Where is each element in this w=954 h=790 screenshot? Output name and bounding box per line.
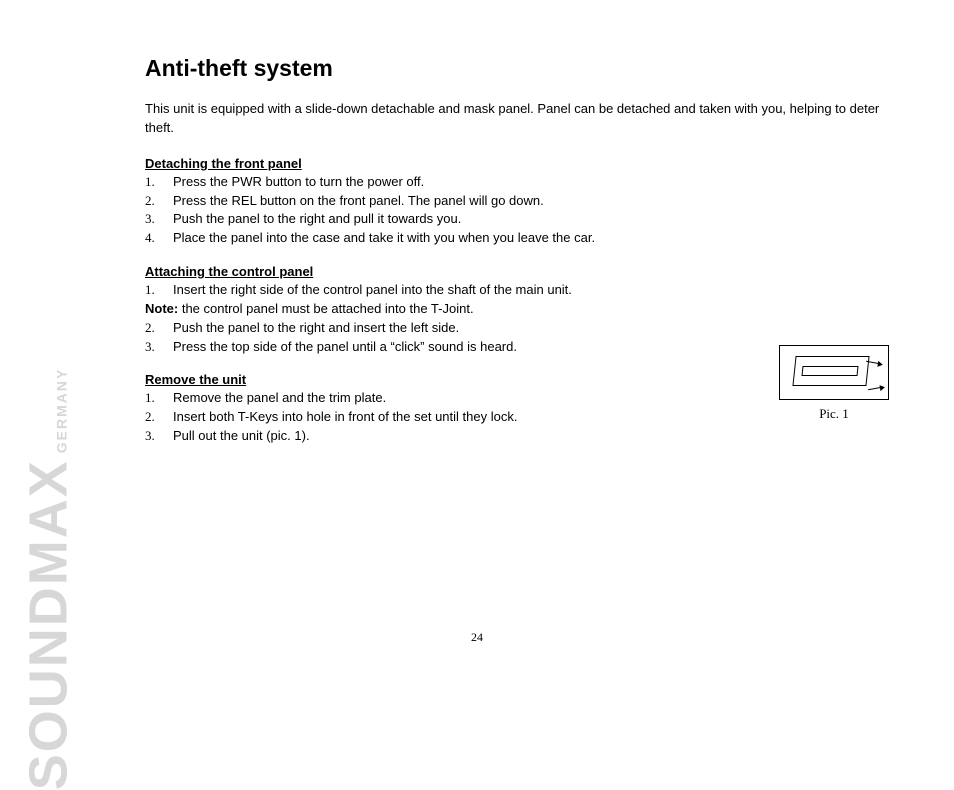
step-number: 1.: [145, 173, 167, 192]
list-item: 2. Push the panel to the right and insert…: [145, 319, 885, 338]
step-text: Pull out the unit (pic. 1).: [173, 428, 310, 443]
list-item: 3. Push the panel to the right and pull i…: [145, 210, 885, 229]
note-line: Note: the control panel must be attached…: [145, 300, 885, 319]
step-text: Press the top side of the panel until a …: [173, 339, 517, 354]
brand-logo: SOUNDMAX: [17, 459, 79, 790]
step-number: 2.: [145, 319, 167, 338]
list-item: 4. Place the panel into the case and take…: [145, 229, 885, 248]
intro-paragraph: This unit is equipped with a slide-down …: [145, 100, 885, 138]
brand-sidebar: SOUNDMAX GERMANY: [8, 50, 88, 610]
step-text: Push the panel to the right and insert t…: [173, 320, 459, 335]
section-detach: Detaching the front panel 1. Press the PW…: [145, 156, 885, 248]
note-text: the control panel must be attached into …: [178, 301, 473, 316]
brand-country: GERMANY: [53, 368, 69, 454]
step-text: Remove the panel and the trim plate.: [173, 390, 386, 405]
step-text: Press the REL button on the front panel.…: [173, 193, 544, 208]
step-number: 2.: [145, 192, 167, 211]
list-item: 2. Press the REL button on the front pane…: [145, 192, 885, 211]
step-text: Place the panel into the case and take i…: [173, 230, 595, 245]
steps-list: 1. Insert the right side of the control p…: [145, 281, 885, 300]
figure-pic1: Pic. 1: [774, 345, 894, 422]
page-number: 24: [0, 630, 954, 645]
section-heading: Detaching the front panel: [145, 156, 885, 171]
diagram-icon: [779, 345, 889, 400]
step-number: 4.: [145, 229, 167, 248]
list-item: 3. Pull out the unit (pic. 1).: [145, 427, 885, 446]
list-item: 1. Press the PWR button to turn the power…: [145, 173, 885, 192]
note-label: Note:: [145, 301, 178, 316]
manual-page: { "brand": { "main": "SOUNDMAX", "sub": …: [0, 0, 954, 675]
step-number: 3.: [145, 338, 167, 357]
list-item: 1. Insert the right side of the control p…: [145, 281, 885, 300]
section-attach: Attaching the control panel 1. Insert the…: [145, 264, 885, 356]
steps-list: 1. Press the PWR button to turn the power…: [145, 173, 885, 248]
step-text: Press the PWR button to turn the power o…: [173, 174, 424, 189]
step-number: 3.: [145, 210, 167, 229]
step-text: Push the panel to the right and pull it …: [173, 211, 461, 226]
figure-caption: Pic. 1: [774, 406, 894, 422]
step-text: Insert the right side of the control pan…: [173, 282, 572, 297]
step-number: 3.: [145, 427, 167, 446]
step-number: 2.: [145, 408, 167, 427]
section-heading: Attaching the control panel: [145, 264, 885, 279]
step-number: 1.: [145, 281, 167, 300]
step-number: 1.: [145, 389, 167, 408]
step-text: Insert both T-Keys into hole in front of…: [173, 409, 517, 424]
page-title: Anti-theft system: [145, 55, 885, 82]
